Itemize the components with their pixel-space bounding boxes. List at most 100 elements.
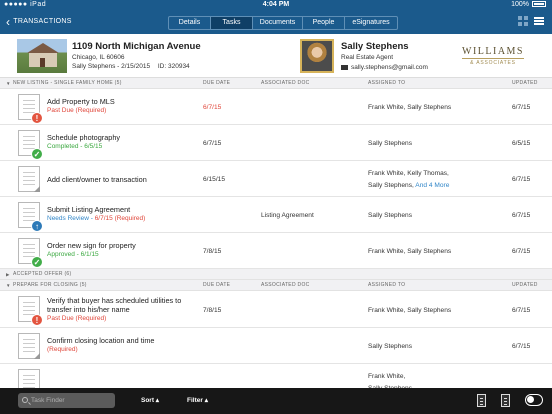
agent-avatar[interactable] — [300, 39, 334, 73]
nav-bar: ‹ TRANSACTIONS Details Tasks Documents Peop… — [0, 10, 552, 34]
tab-esignatures[interactable]: eSignatures — [345, 17, 397, 29]
task-assigned-more-link[interactable]: And 4 More — [415, 182, 449, 189]
property-owner-date: Sally Stephens - 2/15/2015 — [72, 63, 151, 70]
task-title: Schedule photography — [47, 133, 121, 142]
task-status: Past Due (Required) — [47, 107, 106, 115]
section-header[interactable]: ▼ PREPARE FOR CLOSING (5) DUE DATE ASSOCIAT… — [0, 280, 552, 291]
agent-email: sally.stephens@gmail.com — [351, 64, 428, 71]
task-row[interactable]: ✓ Schedule photography Completed - 6/5/15 6… — [0, 125, 552, 161]
task-updated: 6/7/15 — [512, 248, 531, 255]
task-assigned-to: Frank White, Sally Stephens — [368, 104, 452, 111]
upload-arrow-icon: ↑ — [31, 220, 43, 232]
task-document-icon — [18, 333, 40, 359]
logo-top-text: WILLIAMS — [462, 46, 524, 57]
task-due-date: 7/8/15 — [203, 307, 222, 314]
alert-icon: ! — [31, 112, 43, 124]
task-row[interactable]: ! Add Property to MLS Past Due (Required) 6… — [0, 89, 552, 125]
task-updated: 6/7/15 — [512, 307, 531, 314]
task-due-date: 6/15/15 — [203, 176, 225, 183]
bottom-toolbar: Task Finder Sort ▴ Filter ▴ — [0, 388, 552, 414]
column-header-assigned[interactable]: ASSIGNED TO — [368, 78, 405, 89]
task-updated: 6/7/15 — [512, 104, 531, 111]
battery-indicator: 100% — [511, 0, 546, 10]
column-header-doc[interactable]: ASSOCIATED DOC — [261, 78, 310, 89]
column-header-doc[interactable]: ASSOCIATED DOC — [261, 280, 310, 291]
task-due-date: 6/7/15 — [203, 104, 222, 111]
task-title: Verify that buyer has scheduled utilitie… — [47, 296, 182, 305]
status-bar: ●●●●● iPad 4:04 PM 100% — [0, 0, 552, 10]
chevron-left-icon: ‹ — [6, 15, 11, 29]
clipboard-icon[interactable] — [501, 394, 510, 407]
section-header[interactable]: ▶ ACCEPTED OFFER (6) — [0, 269, 552, 280]
task-title: Order new sign for property — [47, 241, 136, 250]
task-title: Add Property to MLS — [47, 97, 115, 106]
column-header-due[interactable]: DUE DATE — [203, 78, 230, 89]
checkmark-icon: ✓ — [31, 148, 43, 160]
task-assigned-more-names: Sally Stephens, — [368, 182, 414, 189]
property-address: 1109 North Michigan Avenue — [72, 41, 201, 52]
agent-role: Real Estate Agent — [341, 54, 394, 61]
task-row[interactable]: Confirm closing location and time (Requir… — [0, 328, 552, 364]
chevron-down-icon: ▼ — [6, 283, 11, 288]
task-assigned-to-line2: Sally Stephens, And 4 More — [368, 181, 449, 190]
task-status-text: Past Due (Required) — [47, 315, 107, 322]
back-button[interactable]: ‹ TRANSACTIONS — [6, 10, 72, 34]
task-document-icon — [18, 166, 40, 192]
task-status-text: Completed - 6/5/15 — [47, 143, 103, 150]
chevron-down-icon: ▼ — [6, 81, 11, 86]
task-list: ▼ NEW LISTING - SINGLE FAMILY HOME (5) DUE… — [0, 78, 552, 392]
task-due-date: 7/8/15 — [203, 248, 222, 255]
column-header-assigned[interactable]: ASSIGNED TO — [368, 280, 405, 291]
column-header-due[interactable]: DUE DATE — [203, 280, 230, 291]
checklist-icon[interactable] — [477, 394, 486, 407]
grid-view-icon[interactable] — [518, 16, 528, 26]
task-updated: 6/7/15 — [512, 176, 531, 183]
agent-name: Sally Stephens — [341, 41, 409, 52]
task-row[interactable]: ✓ Order new sign for property Approved - 6… — [0, 233, 552, 269]
transaction-header: 1109 North Michigan Avenue Chicago, IL 6… — [0, 34, 552, 78]
tab-documents[interactable]: Documents — [253, 17, 303, 29]
toggle-switch[interactable] — [525, 394, 543, 406]
task-status-date: 6/7/15 — [94, 215, 113, 222]
task-row[interactable]: Add client/owner to transaction 6/15/15 Fr… — [0, 161, 552, 197]
task-title: Submit Listing Agreement — [47, 205, 131, 214]
battery-percent: 100% — [511, 1, 529, 8]
property-photo[interactable] — [17, 39, 67, 73]
task-due-date: 6/7/15 — [203, 140, 222, 147]
task-associated-doc[interactable]: Listing Agreement — [261, 211, 314, 220]
task-assigned-to: Frank White, Sally Stephens — [368, 307, 452, 314]
column-header-updated[interactable]: UPDATED — [512, 280, 538, 291]
battery-icon — [532, 1, 546, 7]
tab-details[interactable]: Details — [169, 17, 211, 29]
task-status-text: Past Due (Required) — [47, 107, 107, 114]
section-header[interactable]: ▼ NEW LISTING - SINGLE FAMILY HOME (5) DUE… — [0, 78, 552, 89]
task-assigned-to: Frank White, — [368, 373, 406, 380]
property-info: 1109 North Michigan Avenue Chicago, IL 6… — [72, 41, 201, 70]
agent-email-row[interactable]: sally.stephens@gmail.com — [341, 64, 428, 71]
task-assigned-to: Frank White, Sally Stephens — [368, 248, 452, 255]
task-assigned-to: Sally Stephens — [368, 140, 412, 147]
task-status: (Required) — [47, 346, 78, 354]
search-icon — [22, 397, 28, 403]
task-assigned-to: Sally Stephens — [368, 212, 412, 219]
column-header-updated[interactable]: UPDATED — [512, 78, 538, 89]
task-status-text: Needs Review - — [47, 215, 95, 222]
task-assigned-to: Frank White, Kelly Thomas, — [368, 170, 449, 177]
task-row[interactable]: ! Verify that buyer has scheduled utiliti… — [0, 291, 552, 328]
list-view-icon[interactable] — [534, 16, 544, 26]
task-status-required: (Required) — [112, 215, 146, 222]
sort-button[interactable]: Sort ▴ — [141, 388, 159, 414]
task-updated: 6/5/15 — [512, 140, 531, 147]
property-city: Chicago, IL 60606 — [72, 54, 125, 61]
property-meta: Sally Stephens - 2/15/2015 ID: 320934 — [72, 63, 201, 70]
task-finder-input[interactable]: Task Finder — [18, 393, 115, 408]
tab-people[interactable]: People — [303, 17, 345, 29]
task-updated: 6/7/15 — [512, 212, 531, 219]
task-row[interactable]: ↑ Submit Listing Agreement Needs Review - … — [0, 197, 552, 233]
task-title-line2: transfer into his/her name — [47, 305, 130, 314]
envelope-icon — [341, 65, 348, 70]
tab-tasks[interactable]: Tasks — [211, 17, 253, 29]
filter-button[interactable]: Filter ▴ — [187, 388, 208, 414]
task-status: Past Due (Required) — [47, 315, 106, 323]
agent-info: Sally Stephens Real Estate Agent sally.s… — [341, 41, 428, 71]
